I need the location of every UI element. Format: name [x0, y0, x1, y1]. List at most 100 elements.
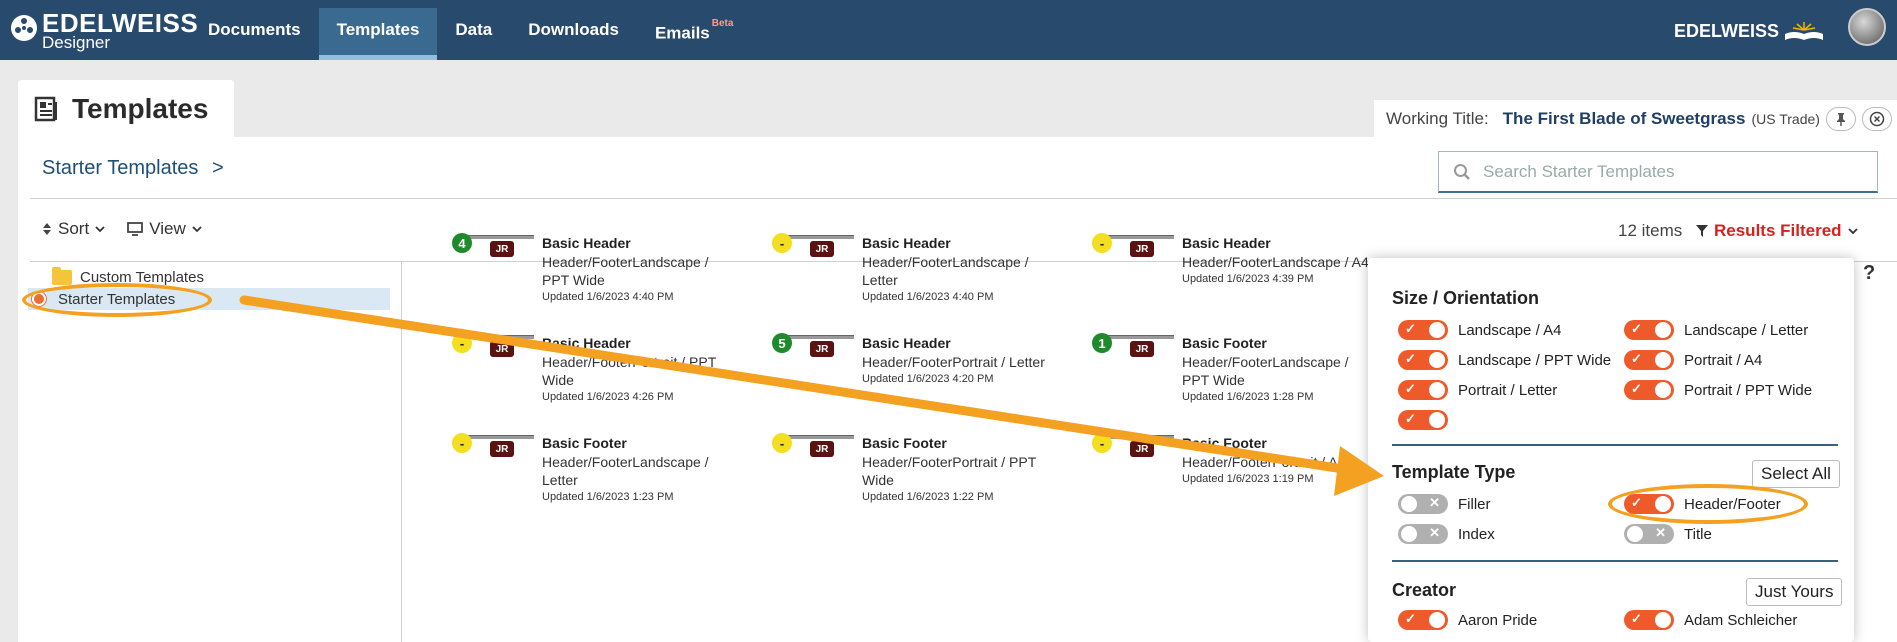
- templates-panel-tab: Templates: [18, 80, 234, 138]
- template-card[interactable]: - JR Basic Footer Header/FooterLandscape /…: [452, 433, 732, 523]
- card-title: Basic Header: [862, 335, 951, 351]
- nav-templates[interactable]: Templates: [318, 8, 438, 60]
- pin-button[interactable]: [1825, 107, 1856, 131]
- card-subtitle: Header/FooterLandscape / A4: [1182, 254, 1369, 270]
- card-subtitle: Header/FooterPortrait / Letter: [862, 354, 1045, 370]
- results-filtered-button[interactable]: Results Filtered: [1696, 221, 1858, 241]
- usage-badge: -: [452, 333, 472, 353]
- toggle-label: Aaron Pride: [1458, 611, 1538, 629]
- toggle-portrait-ppt-wide[interactable]: ✓ Portrait / PPT Wide: [1624, 380, 1812, 400]
- nav-downloads[interactable]: Downloads: [510, 0, 637, 60]
- toggle-landscape-ppt-wide[interactable]: ✓ Landscape / PPT Wide: [1398, 350, 1611, 370]
- toolbar: Sort View: [42, 219, 202, 239]
- creator-heading: Creator: [1392, 580, 1457, 600]
- edelweiss-designer-logo[interactable]: EDELWEISS Designer: [10, 10, 198, 51]
- template-card[interactable]: - JR Basic Footer Header/FooterPortrait / …: [772, 433, 1052, 523]
- toggle-aaron-pride[interactable]: ✓ Aaron Pride: [1398, 610, 1537, 630]
- toggle-label: Landscape / Letter: [1684, 321, 1809, 339]
- annotation-highlight-header-footer: [1608, 484, 1808, 524]
- toggle-label: Portrait / Letter: [1458, 381, 1558, 399]
- check-icon: ✓: [1631, 321, 1642, 336]
- search-icon: [1454, 163, 1470, 180]
- toggle-filler[interactable]: ✕ Filler: [1398, 494, 1491, 514]
- pin-icon: [1836, 113, 1845, 126]
- toggle-landscape-a4[interactable]: ✓ Landscape / A4: [1398, 320, 1561, 340]
- template-card[interactable]: - JR Basic Footer Header/FooterPortrait / …: [1092, 433, 1372, 523]
- nav-documents[interactable]: Documents: [190, 0, 319, 60]
- check-icon: ✓: [1405, 351, 1416, 366]
- template-card[interactable]: - JR Basic Header Header/FooterLandscape /…: [772, 233, 1052, 323]
- template-thumbnail: 1 JR: [1092, 333, 1174, 357]
- toggle-label: Portrait / A4: [1684, 351, 1763, 369]
- toggle-portrait-a4[interactable]: ✓ Portrait / A4: [1624, 350, 1762, 370]
- toggle-portrait-letter[interactable]: ✓ Portrait / Letter: [1398, 380, 1557, 400]
- help-icon[interactable]: ?: [1863, 262, 1875, 285]
- search-input[interactable]: Search Starter Templates: [1483, 162, 1675, 182]
- toggle-landscape-letter[interactable]: ✓ Landscape / Letter: [1624, 320, 1808, 340]
- toggle-title[interactable]: ✕ Title: [1624, 524, 1712, 544]
- toggle-label: Index: [1458, 525, 1495, 543]
- user-avatar[interactable]: [1848, 8, 1886, 46]
- toggle-label: Filler: [1458, 495, 1491, 513]
- x-icon: ✕: [1655, 525, 1666, 540]
- breadcrumb: Starter Templates >: [42, 157, 224, 180]
- card-title: Basic Footer: [862, 435, 947, 451]
- template-thumbnail: - JR: [1092, 233, 1174, 257]
- creator-badge: JR: [810, 341, 834, 357]
- check-icon: ✓: [1631, 611, 1642, 626]
- open-book-sunrise-icon: [1785, 22, 1824, 40]
- template-card[interactable]: 1 JR Basic Footer Header/FooterLandscape /…: [1092, 333, 1372, 423]
- clear-working-title-button[interactable]: [1861, 107, 1892, 131]
- filter-icon: [1696, 225, 1708, 237]
- toggle-label: Adam Schleicher: [1684, 611, 1798, 629]
- template-card[interactable]: 4 JR Basic Header Header/FooterLandscape /…: [452, 233, 732, 323]
- size-orientation-heading: Size / Orientation: [1392, 288, 1540, 308]
- search-box: Search Starter Templates: [1438, 151, 1878, 193]
- sidebar-divider: [401, 262, 402, 642]
- template-card[interactable]: - JR Basic Header Header/FooterLandscape /…: [1092, 233, 1372, 323]
- toggle-unlabeled-size[interactable]: ✓: [1398, 410, 1458, 430]
- just-yours-button[interactable]: Just Yours: [1746, 578, 1843, 606]
- creator-badge: JR: [490, 441, 514, 457]
- working-title-label: Working Title:: [1386, 109, 1489, 128]
- template-thumbnail: - JR: [452, 333, 534, 357]
- creator-badge: JR: [1130, 441, 1154, 457]
- sort-button[interactable]: Sort: [42, 219, 105, 239]
- x-icon: ✕: [1429, 495, 1440, 510]
- toggle-index[interactable]: ✕ Index: [1398, 524, 1495, 544]
- toggle-adam-schleicher[interactable]: ✓ Adam Schleicher: [1624, 610, 1797, 630]
- card-title: Basic Footer: [1182, 335, 1267, 351]
- results-filtered-label: Results Filtered: [1714, 221, 1842, 240]
- sort-label: Sort: [58, 219, 90, 238]
- chevron-down-icon: [95, 226, 105, 233]
- flower-logo-icon: [11, 15, 37, 41]
- edelweiss-brand-logo: EDELWEISS: [1674, 20, 1825, 42]
- card-updated: Updated 1/6/2023 4:26 PM: [542, 391, 674, 403]
- divider: [1392, 444, 1838, 446]
- card-updated: Updated 1/6/2023 4:40 PM: [862, 291, 994, 303]
- working-title-edition: (US Trade): [1751, 111, 1820, 127]
- view-button[interactable]: View: [127, 219, 202, 239]
- divider: [1392, 560, 1838, 562]
- check-icon: ✓: [1405, 411, 1416, 426]
- view-label: View: [149, 219, 186, 238]
- card-title: Basic Header: [542, 335, 631, 351]
- toggle-switch: ✕: [1398, 524, 1448, 544]
- nav-emails[interactable]: EmailsBeta: [637, 0, 752, 60]
- working-title-value[interactable]: The First Blade of Sweetgrass: [1503, 109, 1746, 129]
- toggle-switch: ✕: [1624, 524, 1674, 544]
- toggle-switch: ✓: [1624, 380, 1674, 400]
- nav-data[interactable]: Data: [437, 0, 510, 60]
- toggle-label: Portrait / PPT Wide: [1684, 381, 1813, 399]
- card-updated: Updated 1/6/2023 1:23 PM: [542, 491, 674, 503]
- usage-badge: 4: [452, 233, 472, 253]
- breadcrumb-starter-templates[interactable]: Starter Templates: [42, 157, 198, 179]
- toggle-label: Landscape / PPT Wide: [1458, 351, 1612, 369]
- items-count: 12 items: [1618, 221, 1683, 240]
- card-title: Basic Footer: [542, 435, 627, 451]
- toggle-label: Title: [1684, 525, 1712, 543]
- template-card[interactable]: 5 JR Basic Header Header/FooterPortrait / …: [772, 333, 1052, 423]
- template-card[interactable]: - JR Basic Header Header/FooterPortrait / …: [452, 333, 732, 423]
- select-all-button[interactable]: Select All: [1752, 460, 1840, 488]
- card-subtitle: Header/FooterPortrait / A4: [1182, 454, 1346, 470]
